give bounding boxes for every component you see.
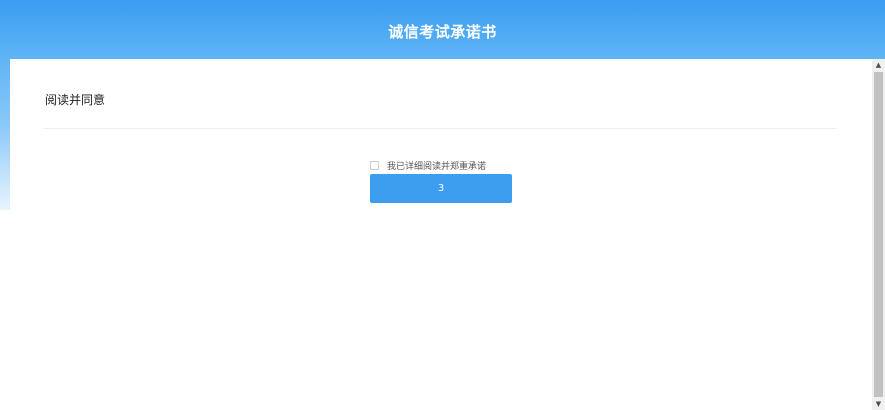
section-divider [44,128,836,129]
scroll-up-icon[interactable]: ▲ [872,59,885,71]
agree-checkbox[interactable] [370,160,379,170]
confirm-button[interactable]: 3 [370,174,512,203]
scroll-down-icon[interactable]: ▼ [872,398,885,410]
exam-pledge-page: 诚信考试承诺书 阅读并同意 我已详细阅读并郑重承诺 3 ▲ ▼ [0,0,885,410]
pledge-card: 阅读并同意 我已详细阅读并郑重承诺 3 [10,59,872,410]
page-title: 诚信考试承诺书 [388,22,497,41]
agree-checkbox-label[interactable]: 我已详细阅读并郑重承诺 [387,159,486,172]
vertical-scrollbar[interactable]: ▲ ▼ [872,59,885,410]
section-title: 阅读并同意 [45,93,106,107]
scroll-thumb[interactable] [874,72,883,397]
confirm-button-label: 3 [437,183,445,194]
page-header: 诚信考试承诺书 [0,0,885,62]
agree-row[interactable]: 我已详细阅读并郑重承诺 [370,158,486,172]
